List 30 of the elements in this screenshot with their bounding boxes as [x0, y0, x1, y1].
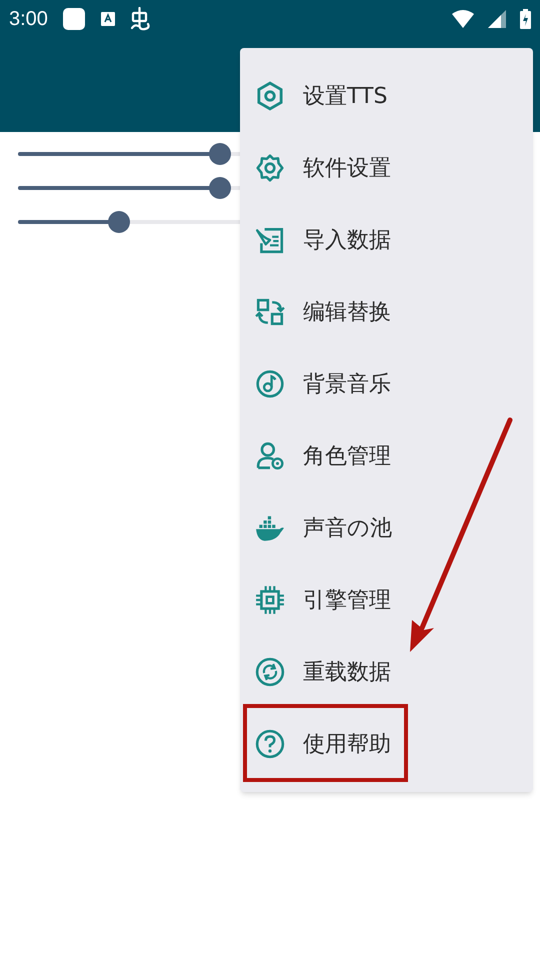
- battery-charging-icon: [520, 9, 531, 29]
- chip-icon: [255, 585, 285, 615]
- app-notification-icon: [62, 7, 86, 31]
- swap-icon: [255, 297, 285, 327]
- menu-item[interactable]: 导入数据: [240, 204, 533, 276]
- import-icon: [255, 225, 285, 255]
- whale-icon: [255, 513, 285, 543]
- keyboard-notification-icon: [100, 11, 116, 27]
- slider-thumb[interactable]: [108, 211, 130, 233]
- user-gear-icon: [255, 441, 285, 471]
- signal-icon: [488, 10, 506, 28]
- settings-icon: [255, 153, 285, 183]
- music-disc-icon: [255, 369, 285, 399]
- menu-item[interactable]: 声音の池: [240, 492, 533, 564]
- refresh-icon: [255, 657, 285, 687]
- menu-item[interactable]: 设置TTS: [240, 60, 533, 132]
- menu-item[interactable]: 编辑替换: [240, 276, 533, 348]
- clock: 3:00: [9, 7, 48, 32]
- menu-item[interactable]: 角色管理: [240, 420, 533, 492]
- menu-item[interactable]: 重载数据: [240, 636, 533, 708]
- bug-notification-icon: [130, 7, 152, 31]
- help-icon: [255, 729, 285, 759]
- slider-thumb[interactable]: [208, 177, 231, 199]
- menu-item[interactable]: 引擎管理: [240, 564, 533, 636]
- menu-item[interactable]: 背景音乐: [240, 348, 533, 420]
- hexagon-icon: [255, 81, 285, 111]
- wifi-icon: [452, 10, 474, 28]
- menu-item[interactable]: 软件设置: [240, 132, 533, 204]
- menu-item[interactable]: 使用帮助: [240, 708, 533, 780]
- slider-thumb[interactable]: [208, 143, 231, 165]
